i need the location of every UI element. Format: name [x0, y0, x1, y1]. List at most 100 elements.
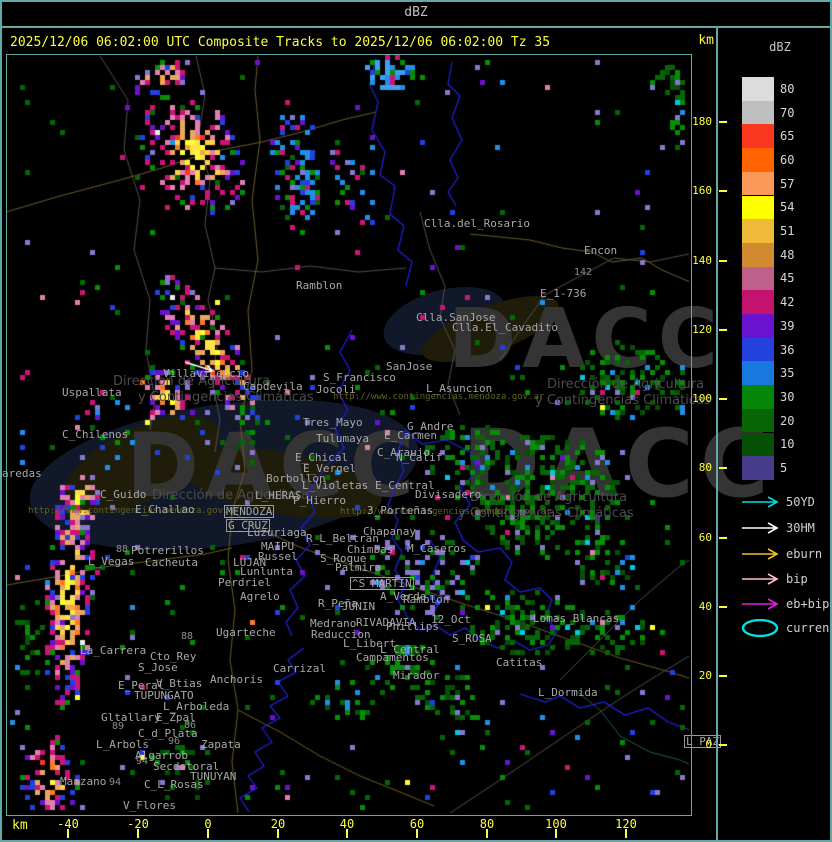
- map-town-label: Tulumaya: [316, 432, 369, 445]
- colorbar-value-label: 57: [780, 176, 795, 191]
- right-axis-tick-label: 160: [692, 184, 712, 197]
- dacc-url-watermark: http://www.contingencias.mendoza.gov.ar: [28, 506, 240, 516]
- map-route-number: 94: [136, 756, 149, 767]
- colorbar-value-label: 10: [780, 437, 795, 452]
- map-town-label: Luzuriaga: [247, 526, 307, 539]
- colorbar-swatch: [742, 171, 774, 196]
- map-town-label: S_Jose: [138, 661, 178, 674]
- colorbar-value-label: 51: [780, 224, 795, 239]
- right-axis-tick: [719, 537, 727, 539]
- right-axis-tick: [719, 606, 727, 608]
- map-town-label: L_Asuncion: [426, 382, 493, 395]
- colorbar-swatch: [742, 290, 774, 314]
- right-axis-tick: [719, 260, 727, 262]
- colorbar-title: dBZ: [769, 40, 791, 54]
- map-town-label: C_Guido: [100, 488, 147, 501]
- map-town-label: Tres_Mayo: [303, 416, 363, 429]
- right-axis-tick-label: 20: [698, 669, 712, 682]
- colorbar-swatch: [742, 219, 774, 243]
- eb+bip-arrow-icon: [742, 598, 779, 610]
- map-town-label: SanJose: [386, 360, 433, 373]
- map-town-label: S_ROSA: [452, 632, 492, 645]
- legend-item-30HM: [740, 519, 784, 537]
- map-town-label: ^S_MARTIN: [350, 577, 414, 590]
- window-title: dBZ: [0, 0, 832, 28]
- bottom-axis-tick: [67, 829, 69, 838]
- right-axis-tick-label: 120: [692, 323, 712, 336]
- colorbar-value-label: 30: [780, 389, 795, 404]
- map-town-label: C_Chilenos: [62, 428, 129, 441]
- right-axis-tick-label: 60: [698, 531, 712, 544]
- colorbar-swatch: [742, 314, 774, 338]
- map-town-label: Ramblon: [296, 279, 343, 292]
- legend-label: bip: [786, 572, 808, 586]
- legend-item-current: [740, 618, 784, 638]
- colorbar-value-label: 20: [780, 413, 795, 428]
- colorbar-value-label: 65: [780, 129, 795, 144]
- colorbar-value-label: 35: [780, 366, 795, 381]
- right-axis-tick: [719, 329, 727, 331]
- map-town-label: Agrelo: [240, 590, 280, 603]
- map-town-label: Villavicencio: [163, 367, 250, 380]
- right-axis-tick-label: 40: [698, 600, 712, 613]
- legend-label: current: [786, 621, 832, 635]
- map-town-label: Anchoris: [210, 673, 263, 686]
- map-route-number: 88: [181, 631, 194, 642]
- map-town-label: E_Carmen: [384, 429, 437, 442]
- map-town-label: Gltallary: [101, 711, 161, 724]
- legend-label: eburn: [786, 547, 823, 561]
- right-axis-tick-label: 100: [692, 392, 712, 405]
- map-town-label: L_HERAS: [255, 489, 302, 502]
- map-town-label: Catitas: [496, 656, 543, 669]
- bottom-axis-tick: [346, 829, 348, 838]
- colorbar-swatch: [742, 385, 774, 409]
- right-axis-tick: [719, 190, 727, 192]
- map-town-label: Encon: [584, 244, 618, 257]
- map-town-label: Chapanay: [363, 525, 416, 538]
- map-town-label: Uspallata: [62, 386, 122, 399]
- map-town-label: Divisadero: [415, 488, 482, 501]
- right-axis-tick: [719, 675, 727, 677]
- bottom-axis-tick: [416, 829, 418, 838]
- colorbar-value-label: 42: [780, 295, 795, 310]
- colorbar-value-label: 39: [780, 318, 795, 333]
- legend-item-ebbip: [740, 595, 784, 613]
- colorbar-value-label: 45: [780, 271, 795, 286]
- right-axis-tick-label: 180: [692, 115, 712, 128]
- map-town-label: V_Btias: [156, 677, 203, 690]
- map-town-label: Perdriel: [218, 576, 271, 589]
- legend-label: 50YD: [786, 495, 815, 509]
- map-town-label: E_Challao: [135, 503, 195, 516]
- colorbar-value-label: 60: [780, 152, 795, 167]
- map-town-label: Mirador: [393, 669, 440, 682]
- 50YD-arrow-icon: [742, 496, 779, 508]
- colorbar-swatch: [742, 195, 774, 220]
- map-town-label: MENDOZA: [224, 505, 275, 518]
- eburn-arrow-icon: [742, 548, 779, 560]
- right-axis-tick-label: 140: [692, 254, 712, 267]
- bottom-axis-tick: [555, 829, 557, 838]
- colorbar-value-label: 48: [780, 247, 795, 262]
- legend-item-50YD: [740, 493, 784, 511]
- colorbar-swatch: [742, 432, 774, 457]
- map-town-label: Carrizal: [273, 662, 326, 675]
- right-axis-tick: [719, 467, 727, 469]
- colorbar-value-label: 80: [780, 81, 795, 96]
- right-axis-tick: [719, 398, 727, 400]
- right-axis-tick: [719, 744, 727, 746]
- map-town-label: 3_Porteñas: [367, 504, 434, 517]
- map-town-label: Cacheuta: [145, 556, 198, 569]
- panel-divider: [716, 28, 718, 840]
- colorbar-value-label: 5: [780, 461, 788, 476]
- map-town-label: S_Francisco: [323, 371, 396, 384]
- composite-header-text: 2025/12/06 06:02:00 UTC Composite Tracks…: [10, 35, 551, 50]
- legend-item-eburn: [740, 545, 784, 563]
- dacc-subtitle-watermark: Dirección de Agricultura: [470, 490, 628, 505]
- map-town-label: Clla.El_Cavadito: [452, 321, 558, 334]
- dacc-subtitle-watermark: Dirección de Agricultura: [547, 377, 705, 392]
- bottom-axis-tick: [277, 829, 279, 838]
- map-town-label: V_Flores: [123, 799, 176, 812]
- map-route-number: 86: [184, 720, 197, 731]
- bip-arrow-icon: [742, 573, 779, 585]
- map-town-label: Zapata: [201, 738, 241, 751]
